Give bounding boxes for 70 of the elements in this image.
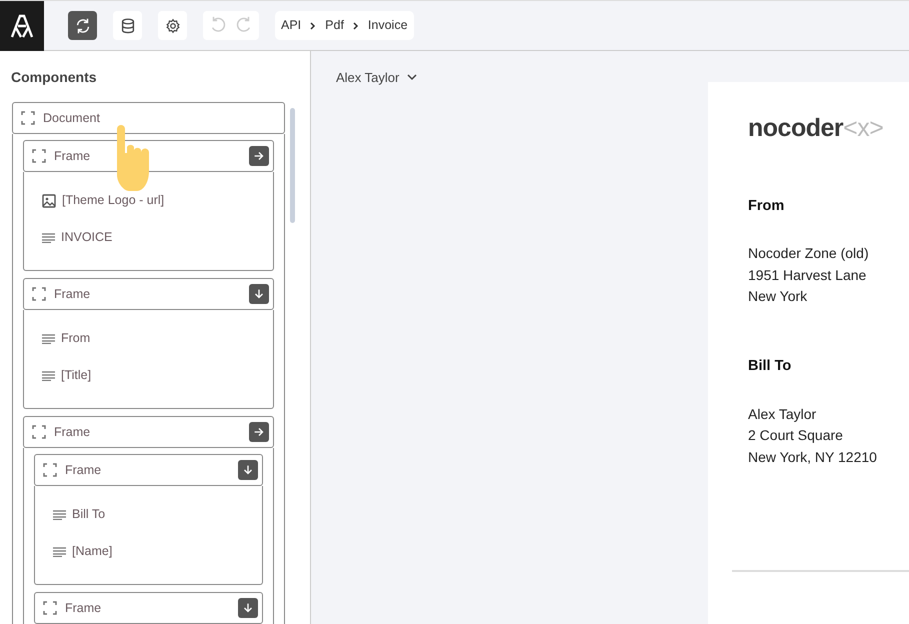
component-item[interactable]: From xyxy=(42,320,263,357)
arrow-icon xyxy=(241,463,255,477)
text-lines-icon xyxy=(53,546,66,556)
direction-button[interactable] xyxy=(238,598,258,618)
database-button[interactable] xyxy=(113,11,142,40)
logo-icon xyxy=(9,12,35,38)
frame-label: Frame xyxy=(54,286,90,303)
frame-label: Frame xyxy=(65,600,102,617)
frame-icon xyxy=(32,287,46,301)
sync-button[interactable] xyxy=(68,11,97,40)
breadcrumb-link[interactable]: Invoice xyxy=(368,16,408,35)
component-label: [Name] xyxy=(72,543,112,560)
component-item[interactable]: [Title] xyxy=(42,357,263,394)
component-item[interactable]: [Theme Logo - url] xyxy=(42,182,263,219)
component-item[interactable]: INVOICE xyxy=(42,219,263,256)
component-label: INVOICE xyxy=(61,229,112,246)
chevron-icon xyxy=(352,22,360,30)
section-heading: Bill To xyxy=(748,356,792,376)
frame-header[interactable]: Frame xyxy=(23,140,274,172)
breadcrumb-link[interactable]: Pdf xyxy=(325,16,344,35)
frame-icon xyxy=(43,463,57,477)
arrow-icon xyxy=(252,287,266,301)
address-line: New York, NY 12210 xyxy=(748,448,878,466)
address-line: New York xyxy=(748,287,808,306)
chevron-icon xyxy=(309,22,318,30)
text-lines-icon xyxy=(53,510,66,520)
frame-icon xyxy=(21,111,35,125)
frame-header[interactable]: Frame xyxy=(23,278,274,310)
component-label: From xyxy=(61,330,90,348)
frame-icon xyxy=(32,425,46,439)
frame-header[interactable]: Frame xyxy=(34,592,263,624)
direction-button[interactable] xyxy=(249,284,269,304)
text-lines-icon xyxy=(42,370,55,380)
text-lines-icon xyxy=(42,232,55,242)
direction-button[interactable] xyxy=(238,460,258,480)
frame-header[interactable]: Frame xyxy=(34,454,263,486)
component-label: [Title] xyxy=(61,367,92,384)
user-dropdown[interactable]: Alex Taylor xyxy=(336,68,418,88)
undo-icon xyxy=(209,16,227,34)
component-item[interactable]: [Name] xyxy=(53,533,252,570)
scrollbar-thumb[interactable] xyxy=(290,108,295,223)
section-heading: From xyxy=(748,196,786,216)
settings-icon xyxy=(164,16,182,34)
address-line: Nocoder Zone (old) xyxy=(748,244,870,264)
breadcrumb-link[interactable]: API xyxy=(281,16,302,35)
text-lines-icon xyxy=(42,334,55,344)
image-icon xyxy=(42,194,56,208)
frame-label: Frame xyxy=(65,462,102,479)
component-label: Bill To xyxy=(72,506,106,524)
company-logo: nocoder<x> xyxy=(748,113,884,144)
frame-label: Document xyxy=(43,110,100,127)
user-name: Alex Taylor xyxy=(336,69,400,87)
caret-icon xyxy=(407,74,418,82)
direction-button[interactable] xyxy=(249,146,269,166)
frame-header[interactable]: Document xyxy=(12,102,285,134)
frame-icon xyxy=(43,601,57,615)
settings-button[interactable] xyxy=(158,11,187,40)
panel-title: Components xyxy=(11,68,98,87)
address-line: 1951 Harvest Lane xyxy=(748,266,868,285)
frame-label: Frame xyxy=(54,148,90,165)
redo-icon xyxy=(235,16,253,34)
address-line: Alex Taylor xyxy=(748,404,818,424)
frame-label: Frame xyxy=(54,424,90,441)
component-item[interactable]: Bill To xyxy=(53,496,252,533)
component-label: [Theme Logo - url] xyxy=(62,192,164,210)
frame-icon xyxy=(32,149,46,163)
frame-header[interactable]: Frame xyxy=(23,416,274,448)
direction-button[interactable] xyxy=(249,422,269,442)
arrow-icon xyxy=(241,601,255,615)
address-line: 2 Court Square xyxy=(748,426,844,445)
